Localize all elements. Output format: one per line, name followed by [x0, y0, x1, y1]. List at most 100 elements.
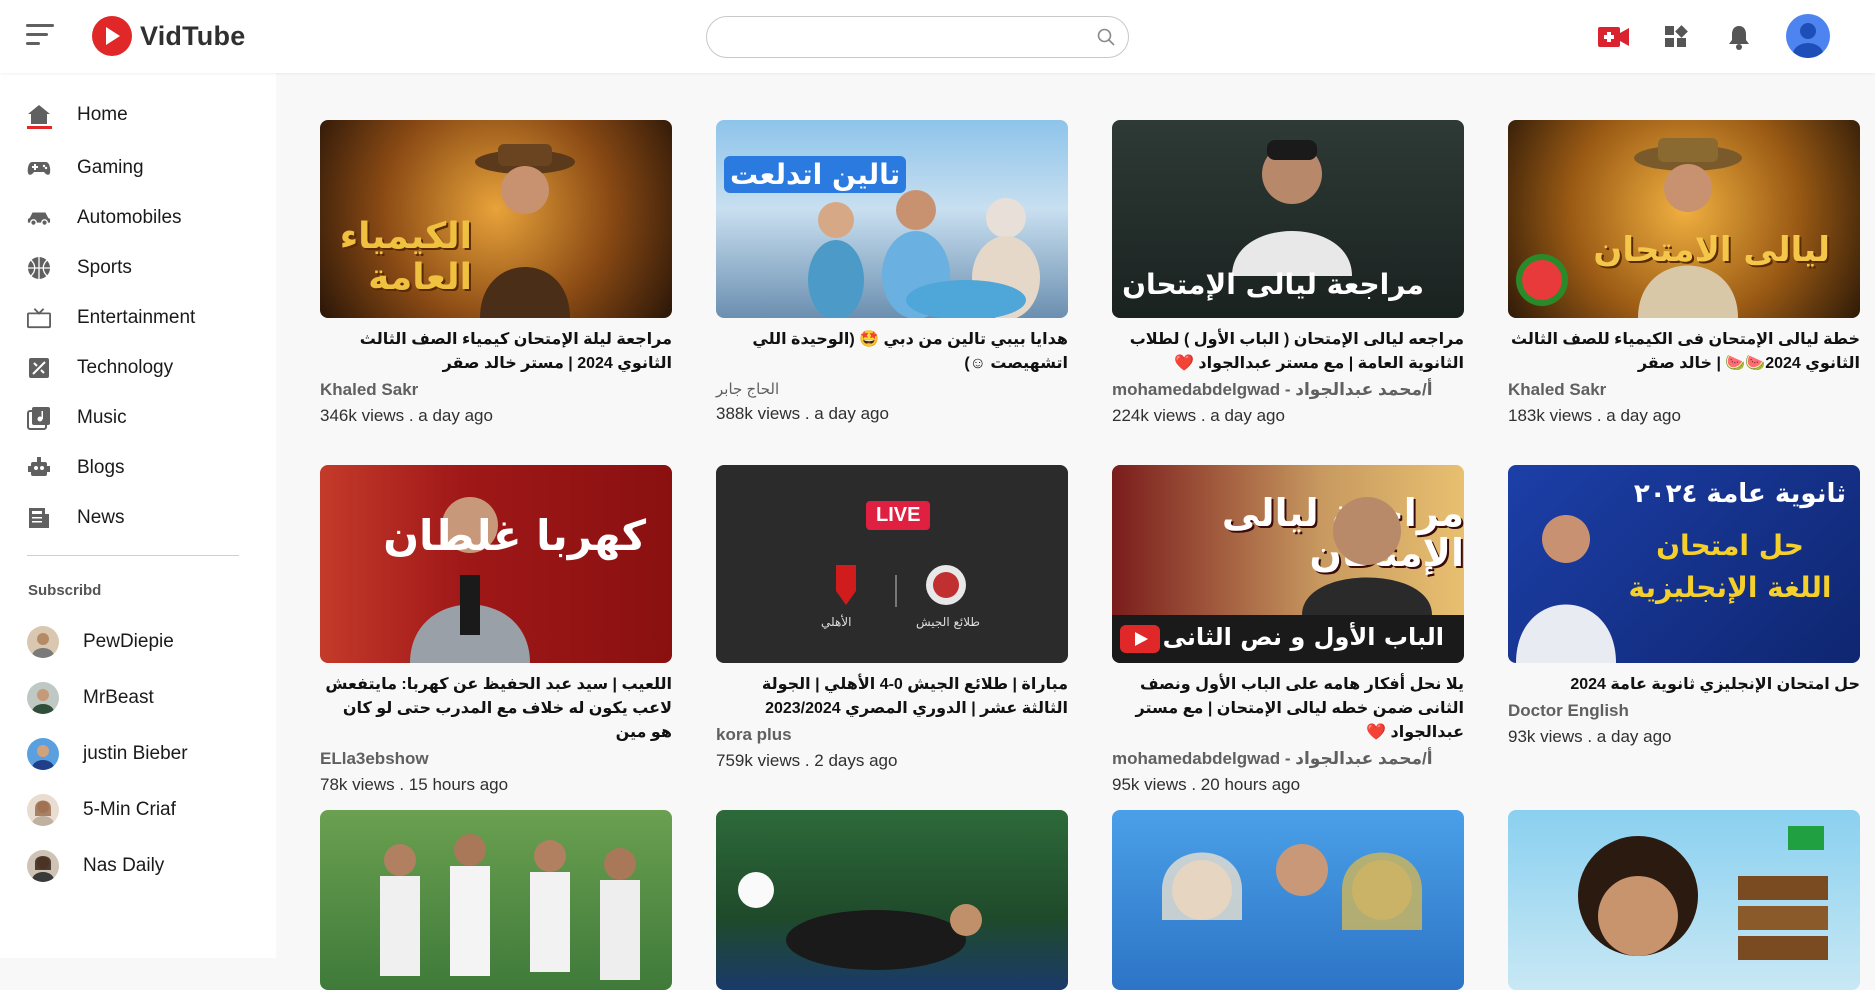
- video-thumbnail[interactable]: مراجعة ليالى الإمتحان: [1112, 120, 1464, 318]
- video-thumbnail[interactable]: ليالى الامتحان: [1508, 120, 1860, 318]
- play-logo-icon: [92, 16, 132, 56]
- video-card[interactable]: تالين اتدلعت هدايا بيبي تالين من دبي 🤩 (…: [716, 120, 1068, 424]
- video-meta: 388k views . a day ago: [716, 404, 889, 423]
- apps-icon[interactable]: [1659, 20, 1693, 54]
- presenter-figure: [475, 144, 575, 318]
- team-name: طلائع الجيش: [916, 615, 980, 629]
- video-meta: 93k views . a day ago: [1508, 727, 1672, 746]
- sidebar-divider: [27, 555, 239, 556]
- sidebar-item-automobiles[interactable]: Automobiles: [0, 196, 276, 240]
- user-avatar[interactable]: [1786, 14, 1830, 58]
- channel-name: PewDiepie: [83, 631, 174, 652]
- video-card[interactable]: ثانوية عامة ٢٠٢٤ حل امتحان اللغة الإنجلي…: [1508, 465, 1860, 747]
- presenter-figure: [1232, 140, 1352, 276]
- channel-avatar: [27, 682, 59, 714]
- search-input[interactable]: [725, 17, 1085, 57]
- thumbnail-headline: مراجعة ليالى الإمتحان: [1122, 268, 1424, 301]
- video-title[interactable]: اللعيب | سيد عبد الحفيظ عن كهربا: مايتفع…: [320, 673, 672, 745]
- video-thumbnail[interactable]: LIVE الأهلي طلائع الجيش: [716, 465, 1068, 663]
- video-title[interactable]: هدايا بيبي تالين من دبي 🤩 (الوحيدة اللي …: [716, 328, 1068, 376]
- video-card[interactable]: LIVE الأهلي طلائع الجيش مباراة | طلائع ا…: [716, 465, 1068, 771]
- video-meta: 346k views . a day ago: [320, 406, 493, 425]
- channel-name[interactable]: ELla3ebshow: [320, 749, 672, 769]
- sidebar-item-label: Music: [77, 407, 127, 428]
- video-card[interactable]: [1508, 810, 1860, 990]
- family-figures: [1162, 844, 1422, 930]
- sidebar-item-label: Sports: [77, 257, 132, 278]
- video-title[interactable]: مراجعه ليالى الإمتحان ( الباب الأول ) لط…: [1112, 328, 1464, 376]
- video-card[interactable]: [320, 810, 672, 990]
- live-badge: LIVE: [866, 501, 931, 530]
- sidebar-item-technology[interactable]: Technology: [0, 346, 276, 390]
- thumbnail-headline: ثانوية عامة ٢٠٢٤: [1633, 479, 1846, 509]
- video-card[interactable]: [716, 810, 1068, 990]
- channel-name[interactable]: mohamedabdelgwad - أ/محمد عبدالجواد: [1112, 380, 1464, 400]
- video-card[interactable]: مراجعة ليالى الإمتحان مراجعه ليالى الإمت…: [1112, 120, 1464, 426]
- sidebar: Home Gaming Automobiles Sports Entertain…: [0, 73, 276, 958]
- video-card[interactable]: مراجعة ليالى الإمتحان الباب الأول و نص ا…: [1112, 465, 1464, 795]
- channel-name[interactable]: الحاج جابر: [716, 380, 1068, 398]
- sidebar-item-sports[interactable]: Sports: [0, 246, 276, 290]
- video-thumbnail[interactable]: مراجعة ليالى الإمتحان الباب الأول و نص ا…: [1112, 465, 1464, 663]
- sidebar-item-label: Technology: [77, 357, 174, 378]
- sidebar-item-music[interactable]: Music: [0, 396, 276, 440]
- sidebar-item-entertainment[interactable]: Entertainment: [0, 296, 276, 340]
- gamepad-icon: [27, 156, 51, 180]
- subscribed-heading: Subscribd: [28, 582, 102, 599]
- channel-name[interactable]: Khaled Sakr: [320, 380, 672, 400]
- video-title[interactable]: خطة ليالى الإمتحان فى الكيمياء للصف الثا…: [1508, 328, 1860, 376]
- video-thumbnail[interactable]: كهربا غلطان: [320, 465, 672, 663]
- subscription-item[interactable]: MrBeast: [0, 676, 276, 720]
- video-thumbnail[interactable]: تالين اتدلعت: [716, 120, 1068, 318]
- video-card[interactable]: الكيمياء العامة مراجعة ليلة الإمتحان كيم…: [320, 120, 672, 426]
- channel-name[interactable]: Khaled Sakr: [1508, 380, 1860, 400]
- sidebar-item-home[interactable]: Home: [0, 93, 276, 137]
- video-card[interactable]: كهربا غلطان اللعيب | سيد عبد الحفيظ عن ك…: [320, 465, 672, 795]
- channel-avatar: [27, 738, 59, 770]
- video-card[interactable]: ليالى الامتحان خطة ليالى الإمتحان فى الك…: [1508, 120, 1860, 426]
- search-icon[interactable]: [1096, 27, 1116, 47]
- video-title[interactable]: مراجعة ليلة الإمتحان كيمياء الصف الثالث …: [320, 328, 672, 376]
- video-thumbnail[interactable]: الكيمياء العامة: [320, 120, 672, 318]
- channel-name[interactable]: kora plus: [716, 725, 1068, 745]
- video-title[interactable]: يلا نحل أفكار هامه على الباب الأول ونصف …: [1112, 673, 1464, 745]
- subscription-item[interactable]: Nas Daily: [0, 844, 276, 888]
- video-thumbnail[interactable]: [1112, 810, 1464, 990]
- car-icon: [27, 206, 51, 230]
- video-thumbnail[interactable]: ثانوية عامة ٢٠٢٤ حل امتحان اللغة الإنجلي…: [1508, 465, 1860, 663]
- sidebar-item-news[interactable]: News: [0, 496, 276, 540]
- presenter-figure: [1634, 138, 1742, 318]
- video-thumbnail[interactable]: [1508, 810, 1860, 990]
- presenter-figure: [410, 497, 530, 663]
- thumbnail-subtitle: الباب الأول و نص الثانى: [1162, 623, 1444, 651]
- home-icon: [27, 103, 51, 127]
- video-title[interactable]: حل امتحان الإنجليزي ثانوية عامة 2024: [1508, 673, 1860, 697]
- menu-icon[interactable]: [26, 24, 56, 50]
- channel-name[interactable]: mohamedabdelgwad - أ/محمد عبدالجواد: [1112, 749, 1464, 769]
- video-thumbnail[interactable]: [320, 810, 672, 990]
- subscription-item[interactable]: justin Bieber: [0, 732, 276, 776]
- channel-avatar: [27, 794, 59, 826]
- logo[interactable]: VidTube: [92, 16, 245, 56]
- video-title[interactable]: مباراة | طلائع الجيش 0-4 الأهلي | الجولة…: [716, 673, 1068, 721]
- notifications-bell-icon[interactable]: [1722, 20, 1756, 54]
- watermelon-icon: [1516, 254, 1568, 306]
- food-figure: [1578, 826, 1828, 960]
- channel-name: MrBeast: [83, 687, 154, 708]
- goalkeeper-figure: [738, 872, 982, 970]
- video-card[interactable]: [1112, 810, 1464, 990]
- upload-video-icon[interactable]: [1597, 20, 1631, 54]
- sidebar-item-blogs[interactable]: Blogs: [0, 446, 276, 490]
- video-thumbnail[interactable]: [716, 810, 1068, 990]
- sidebar-item-gaming[interactable]: Gaming: [0, 146, 276, 190]
- video-meta: 759k views . 2 days ago: [716, 751, 898, 770]
- family-figures: [808, 190, 1040, 318]
- music-icon: [27, 406, 51, 430]
- players-figure: [380, 834, 640, 980]
- subscription-item[interactable]: 5-Min Criaf: [0, 788, 276, 832]
- sidebar-item-label: Home: [77, 104, 128, 125]
- subscription-item[interactable]: PewDiepie: [0, 620, 276, 664]
- search-box[interactable]: [706, 16, 1129, 58]
- channel-name[interactable]: Doctor English: [1508, 701, 1860, 721]
- channel-name: Nas Daily: [83, 855, 165, 876]
